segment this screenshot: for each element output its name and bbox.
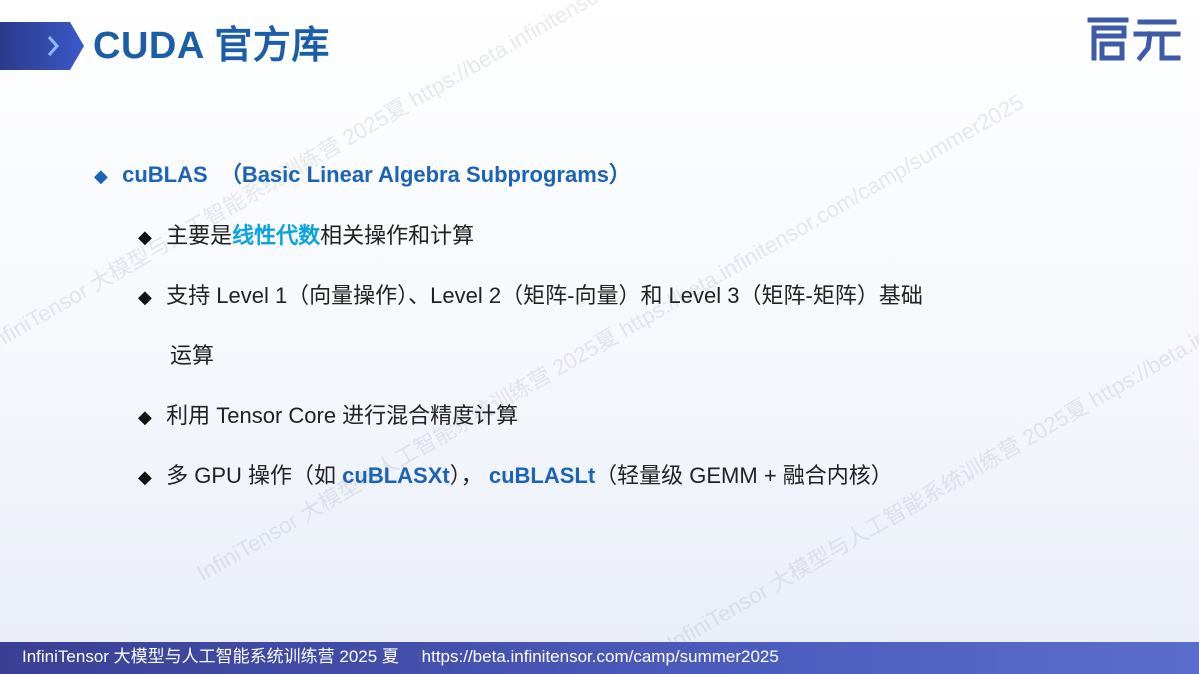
- bullet-multi-gpu: ◆ 多 GPU 操作（如 cuBLASXt）， cuBLASLt（轻量级 GEM…: [138, 458, 893, 490]
- highlight-text: cuBLASXt: [342, 463, 450, 488]
- bullet-text: ），: [449, 463, 489, 488]
- cublas-heading: ◆ cuBLAS （Basic Linear Algebra Subprogra…: [94, 157, 631, 189]
- qiyuan-logo: [1087, 17, 1181, 62]
- bullet-text: 相关操作和计算: [320, 223, 475, 248]
- footer-bar: InfiniTensor 大模型与人工智能系统训练营 2025 夏 https:…: [0, 642, 1199, 674]
- bullet-text: 多 GPU 操作（如: [166, 463, 343, 488]
- diamond-bullet-icon: ◆: [138, 287, 152, 307]
- footer-url: https://beta.infinitensor.com/camp/summe…: [421, 647, 779, 666]
- bullet-tensor-core: ◆ 利用 Tensor Core 进行混合精度计算: [138, 398, 518, 430]
- bullet-levels: ◆ 支持 Level 1（向量操作）、Level 2（矩阵-向量）和 Level…: [138, 278, 923, 310]
- library-description: （Basic Linear Algebra Subprograms）: [219, 162, 631, 187]
- bullet-linear-algebra: ◆ 主要是线性代数相关操作和计算: [138, 218, 474, 250]
- library-name: cuBLAS: [122, 162, 208, 187]
- title-accent-bar: [0, 22, 84, 70]
- watermark: InfiniTensor 大模型与人工智能系统训练营 2025夏 https:/…: [662, 159, 1199, 656]
- bullet-text: 主要是: [166, 223, 233, 248]
- highlight-text: cuBLASLt: [488, 463, 596, 488]
- bullet-levels-continuation: 运算: [170, 338, 214, 370]
- bullet-text: 利用 Tensor Core 进行混合精度计算: [166, 403, 519, 428]
- chevron-right-icon: [47, 36, 60, 56]
- diamond-bullet-icon: ◆: [138, 407, 152, 427]
- bullet-text: 支持 Level 1（向量操作）、Level 2（矩阵-向量）和 Level 3…: [166, 283, 923, 308]
- highlight-text: 线性代数: [232, 223, 321, 248]
- bullet-text: 运算: [170, 343, 215, 368]
- slide: InfiniTensor 大模型与人工智能系统训练营 2025夏 https:/…: [0, 0, 1199, 674]
- bullet-text: （轻量级 GEMM + 融合内核）: [595, 463, 893, 488]
- diamond-bullet-icon: ◆: [94, 166, 108, 186]
- slide-title: CUDA 官方库: [93, 25, 330, 67]
- diamond-bullet-icon: ◆: [138, 227, 152, 247]
- diamond-bullet-icon: ◆: [138, 467, 152, 487]
- footer-camp-name: InfiniTensor 大模型与人工智能系统训练营 2025 夏: [22, 647, 399, 666]
